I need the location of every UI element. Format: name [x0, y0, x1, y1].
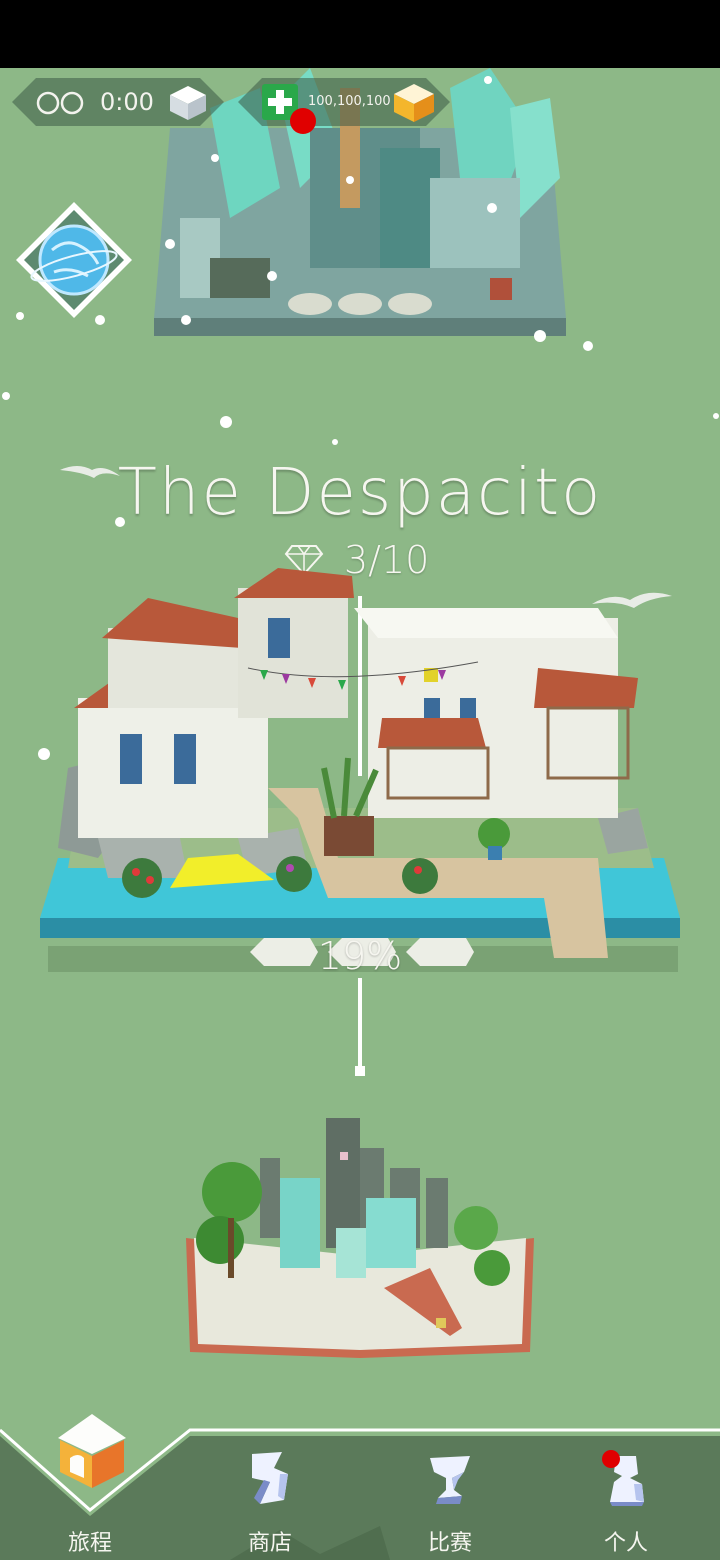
despacito-island[interactable]	[38, 558, 684, 978]
path-node	[355, 1066, 365, 1076]
game-scene: 0:00 100,100,100 The Despacito 3/10 19%	[0, 68, 720, 1560]
profile-notification-dot	[602, 1450, 620, 1468]
compete-icon[interactable]	[424, 1450, 476, 1506]
shop-icon[interactable]	[244, 1450, 294, 1506]
nav-compete-label[interactable]: 比赛	[390, 1525, 510, 1557]
level-title: The Despacito	[117, 456, 603, 530]
nav-shop-label[interactable]: 商店	[210, 1525, 330, 1557]
nav-profile-label[interactable]: 个人	[566, 1525, 686, 1557]
path-line-bottom	[358, 978, 362, 1070]
status-bar	[0, 0, 720, 68]
progress-percent: 19%	[317, 934, 403, 978]
book-city-island[interactable]	[180, 1108, 540, 1368]
nav-journey-label[interactable]: 旅程	[30, 1525, 150, 1557]
journey-house-icon[interactable]	[54, 1410, 130, 1490]
